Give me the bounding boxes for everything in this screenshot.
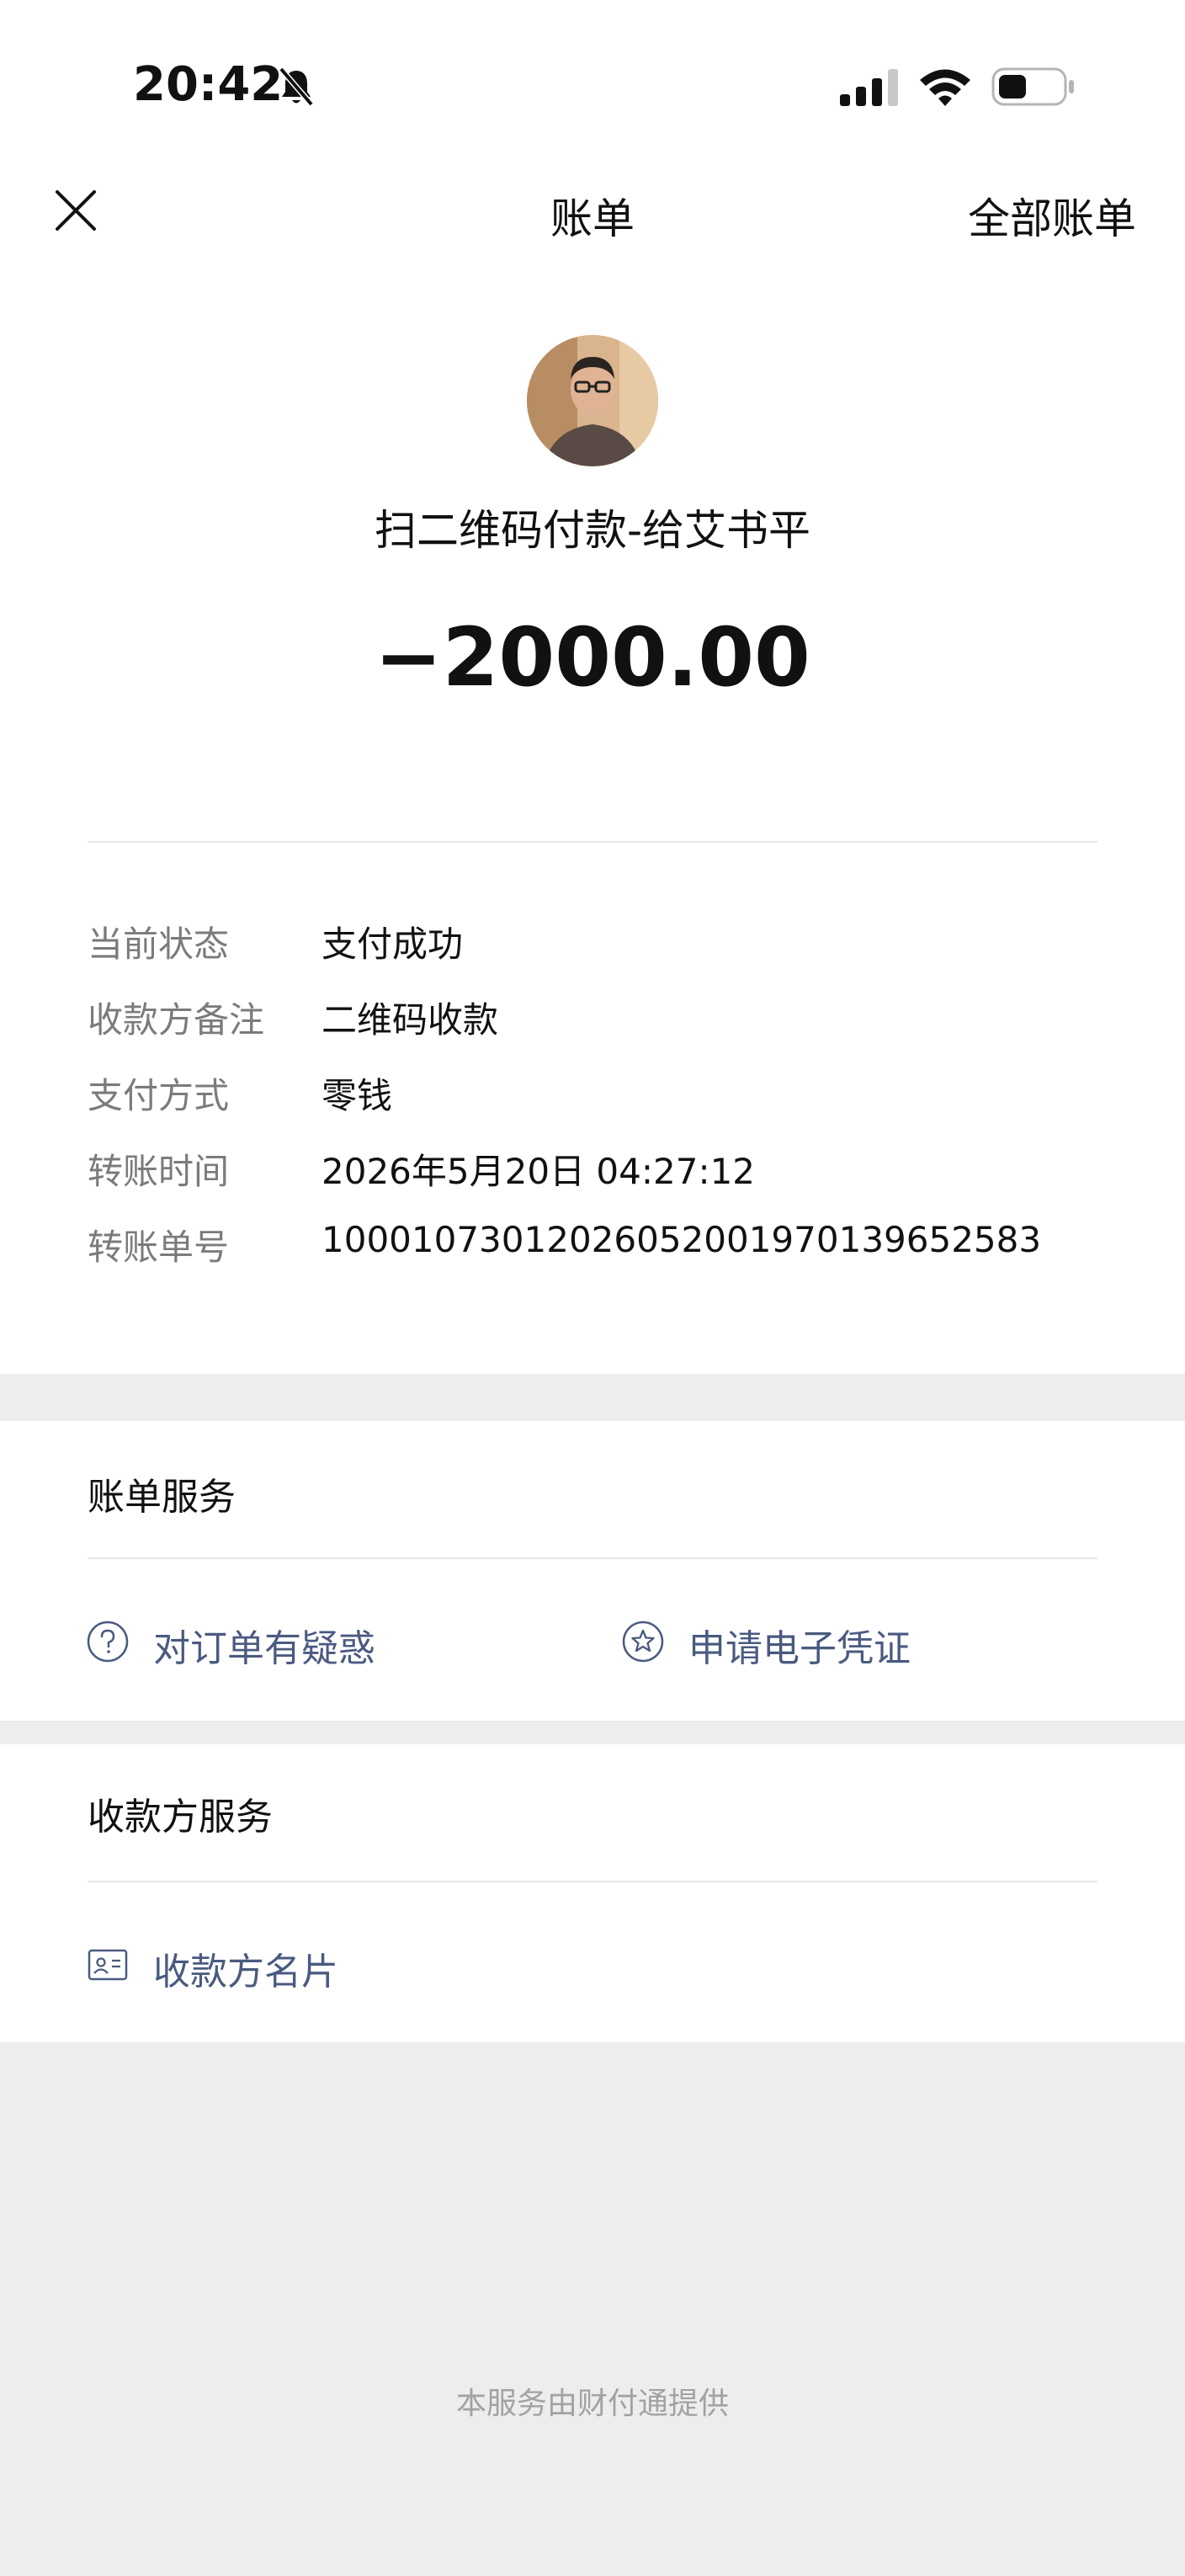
battery-icon — [991, 67, 1074, 106]
divider — [88, 1881, 1097, 1882]
navigation-bar: 账单 全部账单 — [0, 168, 1185, 261]
bill-service-section: 账单服务 对订单有疑惑 申请电子凭证 — [0, 1421, 1185, 1721]
question-circle-icon — [87, 1621, 129, 1663]
bill-service-title: 账单服务 — [88, 1476, 236, 1519]
star-circle-icon — [622, 1621, 664, 1663]
payee-avatar[interactable] — [527, 335, 658, 466]
detail-value[interactable]: 1000107301202605200197013965​2583 — [321, 1219, 1041, 1260]
payee-service-title: 收款方服务 — [88, 1796, 273, 1839]
bell-muted-icon — [279, 67, 314, 107]
status-time: 20:42 — [133, 57, 284, 112]
order-question-link[interactable]: 对订单有疑惑 — [153, 1618, 375, 1672]
cellular-signal-icon — [840, 69, 898, 106]
avatar-photo — [527, 335, 658, 466]
wifi-icon — [920, 69, 970, 106]
detail-label: 当前状态 — [88, 923, 230, 965]
detail-value: 2026年5月20日 04:27:12 — [321, 1151, 756, 1192]
id-card-icon — [88, 1949, 128, 1981]
footer-provider-text: 本服务由财付通提供 — [455, 2387, 729, 2421]
detail-value: 支付成功 — [321, 923, 464, 965]
detail-label: 收款方备注 — [88, 999, 265, 1041]
all-bills-link[interactable]: 全部账单 — [968, 185, 1136, 246]
detail-row-payee-note: 收款方备注 二维码收款 — [88, 992, 1140, 1042]
detail-label: 转账时间 — [88, 1151, 230, 1192]
payment-amount: −2000.00 — [375, 610, 810, 705]
payee-card-link[interactable]: 收款方名片 — [153, 1941, 338, 1995]
detail-label: 转账单号 — [88, 1227, 230, 1268]
detail-label: 支付方式 — [88, 1075, 230, 1116]
detail-value: 二维码收款 — [321, 999, 499, 1041]
status-bar: 20:42 — [0, 0, 1185, 152]
electronic-voucher-link[interactable]: 申请电子凭证 — [688, 1618, 911, 1672]
payee-title: 扫二维码付款-给艾书平 — [374, 506, 811, 555]
divider — [88, 1557, 1097, 1559]
payee-service-section: 收款方服务 收款方名片 — [0, 1744, 1185, 2042]
detail-value: 零钱 — [321, 1075, 393, 1116]
detail-row-status: 当前状态 支付成功 — [88, 916, 1140, 966]
detail-row-payment-method: 支付方式 零钱 — [88, 1067, 1140, 1118]
detail-row-transfer-number: 转账单号 1000107301202605200197013965​2583 — [88, 1219, 1140, 1269]
bill-detail-page: 20:42 账单 全部账单 扫二维码付款-给艾书平 −2000.00 当前状态 … — [0, 0, 1185, 2576]
divider — [88, 841, 1097, 843]
detail-row-transfer-time: 转账时间 2026年5月20日 04:27:12 — [88, 1143, 1140, 1194]
